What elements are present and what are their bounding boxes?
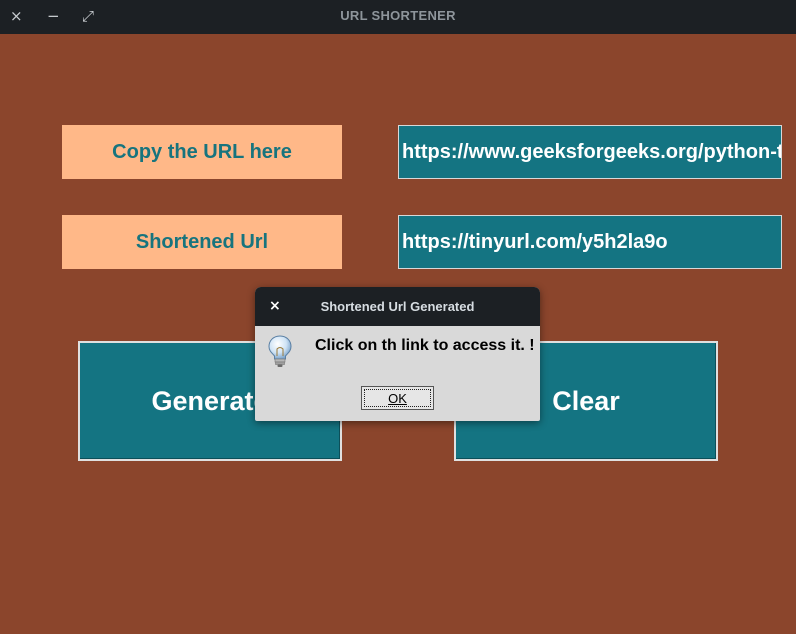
- dialog-close-icon[interactable]: ×: [269, 298, 281, 314]
- message-dialog: Shortened Url Generated × Click on th li…: [255, 287, 540, 421]
- ok-button[interactable]: OK: [361, 386, 434, 410]
- shortened-url-label: Shortened Url: [62, 215, 342, 269]
- url-input[interactable]: [398, 125, 782, 179]
- dialog-titlebar: Shortened Url Generated ×: [255, 287, 540, 326]
- lightbulb-icon: [268, 335, 292, 367]
- window-title: URL SHORTENER: [340, 8, 456, 23]
- url-label: Copy the URL here: [62, 125, 342, 179]
- shortened-url-field[interactable]: [398, 215, 782, 269]
- window-titlebar: × − ⤢ URL SHORTENER: [0, 0, 796, 34]
- dialog-message: Click on th link to access it. !: [315, 337, 535, 354]
- dialog-title: Shortened Url Generated: [320, 299, 475, 314]
